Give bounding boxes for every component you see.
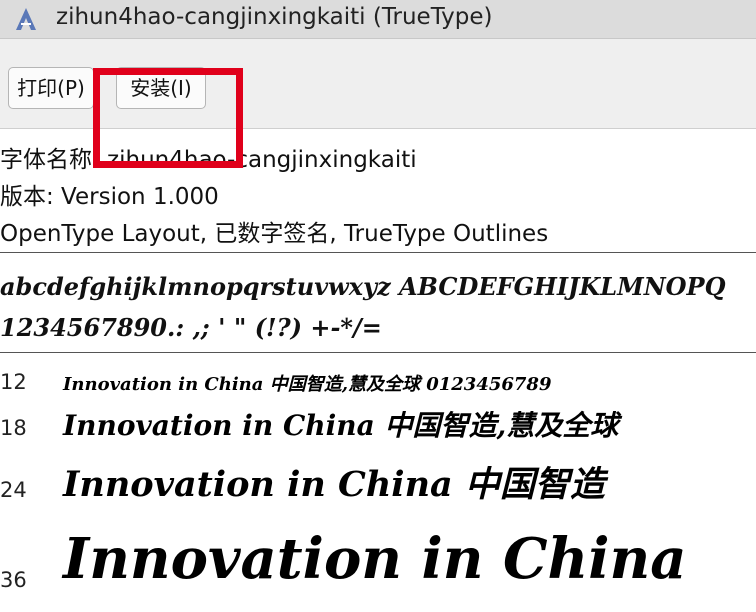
separator-top <box>0 252 756 253</box>
separator-bottom <box>0 352 756 353</box>
charset-digits: 1234567890.: ,; ' " (!?) +-*/= <box>0 313 382 342</box>
features-line: OpenType Layout, 已数字签名, TrueType Outline… <box>0 221 549 247</box>
size-label: 36 <box>0 568 27 592</box>
size-label: 12 <box>0 370 27 394</box>
title-bar: zihun4hao-cangjinxingkaiti (TrueType) <box>0 0 756 39</box>
sample-text: Innovation in China <box>63 526 687 592</box>
toolbar: 打印(P) 安装(I) <box>0 39 756 168</box>
sample-row-12: 12 Innovation in China 中国智造,慧及全球 0123456… <box>0 360 756 400</box>
font-file-icon <box>16 8 36 30</box>
sample-row-18: 18 Innovation in China 中国智造,慧及全球 <box>0 398 756 448</box>
size-label: 18 <box>0 416 27 440</box>
charset-letters: abcdefghijklmnopqrstuvwxyz ABCDEFGHIJKLM… <box>0 272 726 301</box>
sample-text: Innovation in China 中国智造,慧及全球 <box>63 409 619 442</box>
version-line: 版本: Version 1.000 <box>0 184 219 210</box>
print-button[interactable]: 打印(P) <box>8 67 94 109</box>
size-label: 24 <box>0 478 27 502</box>
sample-row-24: 24 Innovation in China 中国智造 <box>0 450 756 515</box>
sample-text: Innovation in China 中国智造 <box>63 464 605 505</box>
sample-row-36: 36 Innovation in China <box>0 518 756 612</box>
sample-text: Innovation in China 中国智造,慧及全球 0123456789 <box>63 374 552 395</box>
install-highlight-box <box>93 68 243 168</box>
window-title: zihun4hao-cangjinxingkaiti (TrueType) <box>56 4 493 30</box>
